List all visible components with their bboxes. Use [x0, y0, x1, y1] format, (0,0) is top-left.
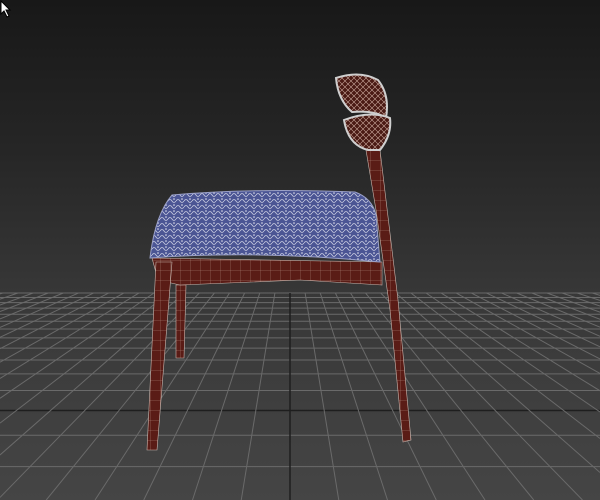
3d-viewport[interactable] [0, 0, 600, 500]
chair-model[interactable] [0, 0, 600, 500]
rear-back-leg [175, 284, 187, 359]
front-leg [146, 261, 173, 451]
backrest-lower [342, 113, 392, 151]
seat-apron [151, 257, 383, 286]
seat-cushion [149, 190, 381, 263]
mouse-cursor-icon [0, 0, 12, 18]
backrest-top [334, 73, 388, 120]
back-post [365, 149, 412, 443]
